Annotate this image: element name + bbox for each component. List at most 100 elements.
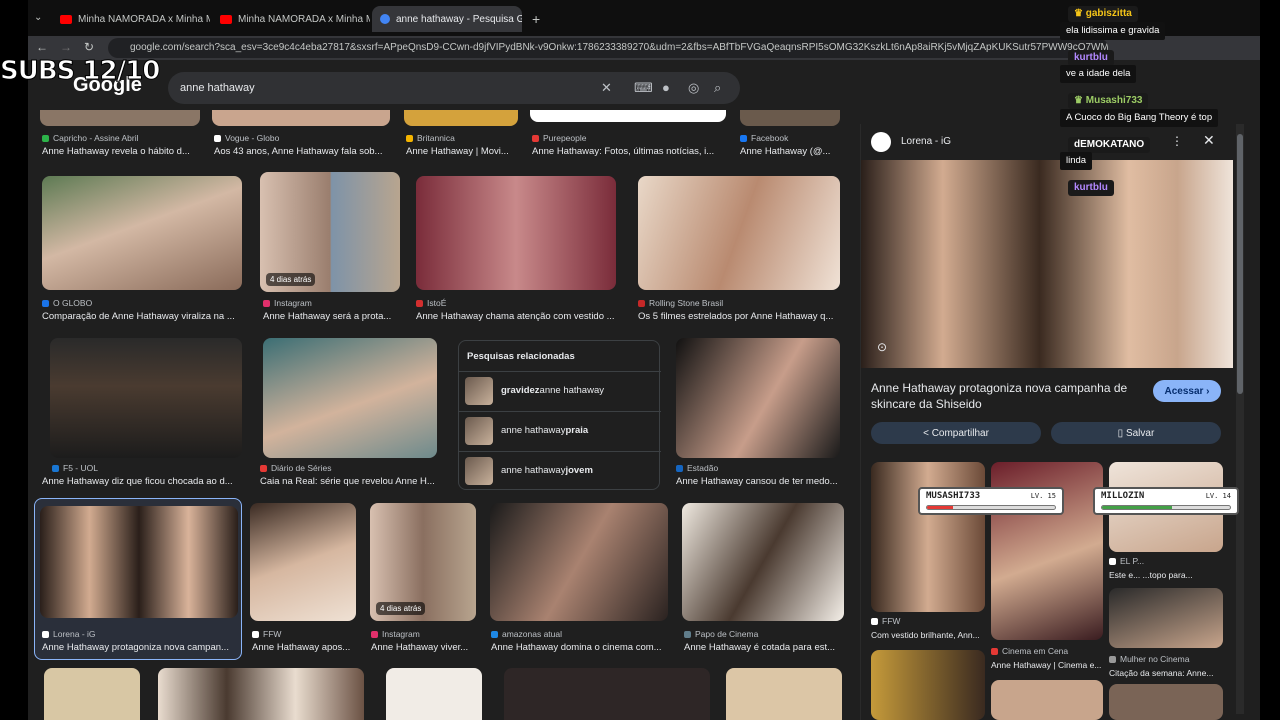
new-tab-button[interactable]: + — [532, 11, 540, 27]
similar-caption[interactable]: Citação da semana: Anne... — [1109, 668, 1223, 678]
tab-0[interactable]: Minha NAMORADA x Minha M✕ — [52, 6, 210, 32]
result-caption[interactable]: Anne Hathaway cansou de ter medo... — [676, 476, 842, 487]
image-result[interactable] — [40, 110, 200, 126]
bookmark-icon: ▯ — [1117, 427, 1126, 439]
result-caption[interactable]: Comparação de Anne Hathaway viraliza na … — [42, 311, 247, 322]
hp-level: LV. 14 — [1205, 492, 1231, 500]
result-caption[interactable]: Anne Hathaway viver... — [371, 642, 475, 653]
site-icon — [416, 299, 423, 307]
image-result[interactable] — [42, 176, 242, 290]
result-source: Britannica — [406, 133, 518, 143]
similar-caption[interactable]: Este e... ...topo para... — [1109, 570, 1223, 580]
related-thumb — [465, 376, 493, 405]
panel-title[interactable]: Anne Hathaway protagoniza nova campanha … — [871, 380, 1151, 412]
chat-username: kurtblu — [1068, 50, 1114, 66]
site-icon — [214, 134, 221, 142]
image-result[interactable] — [44, 668, 140, 720]
result-caption[interactable]: Anne Hathaway: Fotos, últimas notícias, … — [532, 146, 724, 157]
result-caption[interactable]: Caia na Real: série que revelou Anne H..… — [260, 476, 440, 487]
related-item[interactable]: gravidez anne hathaway — [459, 371, 661, 409]
result-caption[interactable]: Anne Hathaway protagoniza nova campan... — [42, 642, 236, 653]
image-result[interactable] — [504, 668, 710, 720]
result-source: Instagram — [371, 629, 475, 639]
address-bar[interactable]: google.com/search?sca_esv=3ce9c4c4eba278… — [108, 38, 1108, 58]
similar-image[interactable] — [1109, 684, 1223, 720]
forward-icon[interactable]: → — [60, 40, 72, 54]
tab-1[interactable]: Minha NAMORADA x Minha M✕ — [212, 6, 370, 32]
image-result[interactable] — [638, 176, 840, 290]
clear-icon[interactable]: ✕ — [601, 80, 612, 96]
chat-message: ela lidissima e gravida — [1060, 22, 1166, 40]
similar-image[interactable] — [991, 680, 1103, 720]
image-result[interactable] — [726, 668, 842, 720]
image-result[interactable] — [40, 506, 238, 618]
result-caption[interactable]: Anne Hathaway chama atenção com vestido … — [416, 311, 621, 322]
result-source: Estadão — [676, 463, 846, 473]
image-result[interactable] — [682, 503, 844, 621]
image-result[interactable] — [263, 338, 437, 458]
result-caption[interactable]: Anne Hathaway | Movi... — [406, 146, 518, 157]
save-button[interactable]: ▯ Salvar — [1051, 422, 1221, 444]
mic-icon[interactable]: ● — [662, 80, 670, 95]
visit-button[interactable]: Acessar › — [1153, 380, 1221, 402]
image-result[interactable] — [530, 110, 726, 122]
site-icon — [532, 134, 539, 142]
related-searches: Pesquisas relacionadas gravidez anne hat… — [458, 340, 661, 490]
reload-icon[interactable]: ↻ — [84, 40, 94, 54]
similar-image[interactable] — [871, 462, 985, 612]
hp-fill — [927, 506, 953, 509]
similar-caption[interactable]: Anne Hathaway | Cinema e... — [991, 660, 1103, 670]
back-icon[interactable]: ← — [36, 40, 48, 54]
image-result[interactable]: 4 dias atrás — [370, 503, 476, 621]
image-result[interactable] — [404, 110, 518, 126]
result-caption[interactable]: Anne Hathaway revela o hábito d... — [42, 146, 207, 157]
result-source: F5 - UOL — [52, 463, 237, 473]
similar-caption[interactable]: Com vestido brilhante, Ann... — [871, 630, 987, 640]
tab-2[interactable]: anne hathaway - Pesquisa Goo✕ — [372, 6, 522, 32]
result-caption[interactable]: Aos 43 anos, Anne Hathaway fala sob... — [214, 146, 389, 157]
image-result[interactable] — [416, 176, 616, 290]
site-icon — [406, 134, 413, 142]
site-icon — [1109, 655, 1116, 663]
result-caption[interactable]: Os 5 filmes estrelados por Anne Hathaway… — [638, 311, 840, 322]
result-caption[interactable]: Anne Hathaway é cotada para est... — [684, 642, 844, 653]
crown-icon: ♛ — [1074, 95, 1086, 106]
similar-source: Cinema em Cena — [991, 646, 1103, 656]
lens-icon[interactable]: ◎ — [688, 80, 699, 96]
image-result[interactable]: 4 dias atrás — [260, 172, 400, 292]
similar-source: FFW — [871, 616, 985, 626]
site-icon — [42, 630, 49, 638]
result-caption[interactable]: Anne Hathaway domina o cinema com... — [491, 642, 669, 653]
lens-icon[interactable]: ⊙ — [877, 340, 887, 354]
related-item[interactable]: anne hathaway praia — [459, 411, 661, 449]
keyboard-icon[interactable]: ⌨ — [634, 80, 653, 96]
search-icon[interactable]: ⌕ — [714, 80, 721, 96]
result-caption[interactable]: Anne Hathaway diz que ficou chocada ao d… — [42, 476, 242, 487]
tab-label: Minha NAMORADA x Minha M — [238, 13, 370, 25]
image-result[interactable] — [50, 338, 242, 458]
site-icon — [252, 630, 259, 638]
similar-image[interactable] — [871, 650, 985, 720]
image-result[interactable] — [158, 668, 364, 720]
related-item[interactable]: anne hathaway jovem — [459, 451, 661, 489]
site-icon — [740, 134, 747, 142]
subs-counter: SUBS 12/10 — [0, 56, 161, 87]
image-result[interactable] — [676, 338, 840, 458]
search-input[interactable]: anne hathaway — [168, 72, 740, 104]
similar-image[interactable] — [1109, 588, 1223, 648]
share-button[interactable]: < Compartilhar — [871, 422, 1041, 444]
image-result[interactable] — [212, 110, 390, 126]
image-result[interactable] — [250, 503, 356, 621]
tab-search-icon[interactable]: ⌄ — [34, 12, 42, 23]
site-icon — [263, 299, 270, 307]
image-result[interactable] — [490, 503, 668, 621]
result-caption[interactable]: Anne Hathaway apos... — [252, 642, 356, 653]
image-result[interactable] — [386, 668, 482, 720]
site-icon — [371, 630, 378, 638]
panel-source[interactable]: Lorena - iG — [901, 136, 951, 147]
result-caption[interactable]: Anne Hathaway será a prota... — [263, 311, 403, 322]
result-caption[interactable]: Anne Hathaway (@... — [740, 146, 840, 157]
scrollbar[interactable] — [1236, 124, 1244, 714]
image-result[interactable] — [740, 110, 840, 126]
site-icon — [638, 299, 645, 307]
